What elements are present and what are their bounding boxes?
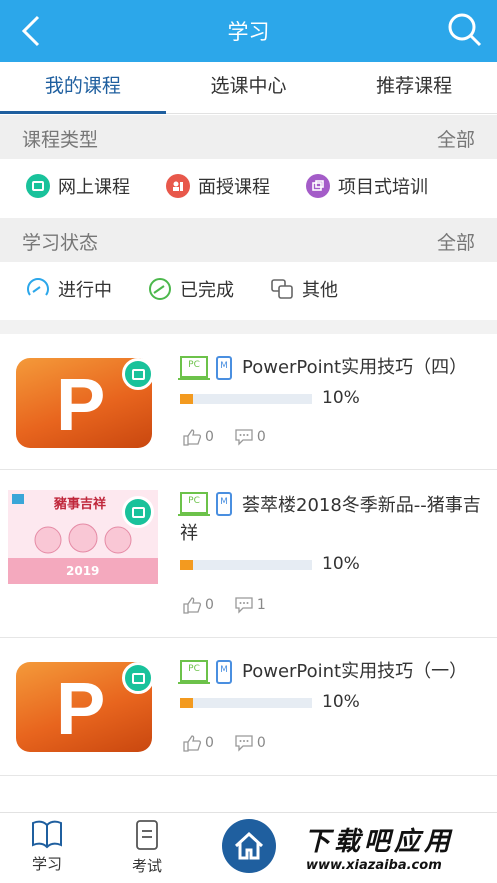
study-status-filters: 进行中 已完成 其他 <box>0 262 497 320</box>
study-status-label: 学习状态 <box>22 232 99 254</box>
like-button[interactable]: 0 <box>182 596 214 614</box>
book-icon <box>32 820 62 849</box>
tab-my-courses[interactable]: 我的课程 <box>0 62 166 114</box>
online-course-icon <box>26 174 50 198</box>
filter-completed[interactable]: 已完成 <box>148 276 234 302</box>
course-title: 荟萃楼2018冬季新品--猪事吉祥 <box>180 495 481 544</box>
divider <box>0 320 497 334</box>
project-training-icon <box>306 174 330 198</box>
home-button[interactable] <box>222 819 276 873</box>
course-stats: 0 1 <box>182 596 266 614</box>
filter-face-to-face[interactable]: 面授课程 <box>166 173 270 199</box>
comment-button[interactable]: 0 <box>234 428 266 446</box>
platform-tags: PC M <box>178 356 232 380</box>
course-title: PowerPoint实用技巧（一） <box>242 661 468 682</box>
watermark-logo: 下载吧应用 www.xiazaiba.com <box>298 821 494 881</box>
other-icon <box>271 279 293 299</box>
like-count: 0 <box>205 429 214 445</box>
page-title: 学习 <box>227 20 270 44</box>
ppt-logo: P <box>56 363 106 446</box>
filter-project-training[interactable]: 项目式培训 <box>306 173 428 199</box>
progress-bar <box>180 560 312 570</box>
thumbs-up-icon <box>183 735 202 752</box>
course-item[interactable]: P PC M PowerPoint实用技巧（一） 10% 0 0 <box>0 638 497 776</box>
nav-study[interactable]: 学习 <box>30 819 64 874</box>
online-course-badge-icon <box>122 662 154 694</box>
platform-tags: PC M <box>178 660 232 684</box>
watermark-url: www.xiazaiba.com <box>306 858 442 873</box>
home-icon <box>234 831 264 860</box>
thumbs-up-icon <box>183 429 202 446</box>
progress-fill <box>180 394 194 404</box>
tab-bar: 我的课程 选课中心 推荐课程 <box>0 62 497 114</box>
course-type-all-link[interactable]: 全部 <box>437 125 475 152</box>
course-stats: 0 0 <box>182 734 266 752</box>
comment-count: 1 <box>256 597 266 613</box>
comment-count: 0 <box>256 429 266 445</box>
tab-recommended[interactable]: 推荐课程 <box>331 62 497 113</box>
mobile-tag-icon: M <box>216 356 232 380</box>
progress-fill <box>180 698 194 708</box>
progress-percent: 10% <box>322 388 360 408</box>
course-stats: 0 0 <box>182 428 266 446</box>
filter-label: 其他 <box>302 280 338 301</box>
filter-in-progress[interactable]: 进行中 <box>26 276 112 302</box>
completed-icon <box>149 278 171 300</box>
course-item[interactable]: 豬事吉祥 2019 PC M 荟萃楼2018冬季新品--猪事吉祥 10% 0 1 <box>0 470 497 638</box>
progress-bar <box>180 698 312 708</box>
in-progress-icon <box>27 278 49 296</box>
progress-percent: 10% <box>322 554 360 574</box>
progress-percent: 10% <box>322 692 360 712</box>
progress-fill <box>180 560 194 570</box>
filter-label: 面授课程 <box>198 177 270 198</box>
like-button[interactable]: 0 <box>182 734 214 752</box>
course-type-label: 课程类型 <box>22 129 99 151</box>
filter-label: 项目式培训 <box>338 177 428 198</box>
nav-exam-label: 考试 <box>131 857 162 875</box>
pc-tag-icon: PC <box>178 356 210 380</box>
tab-course-center[interactable]: 选课中心 <box>166 62 332 113</box>
watermark-title: 下载吧应用 <box>304 827 455 857</box>
face-to-face-icon <box>166 174 190 198</box>
banner-title: 豬事吉祥 <box>54 497 107 512</box>
top-bar: 学习 <box>0 0 497 62</box>
bottom-nav: 学习 考试 下载吧应用 www.xiazaiba.com <box>0 812 497 883</box>
filter-other[interactable]: 其他 <box>270 276 338 302</box>
exam-paper-icon <box>136 820 158 850</box>
comment-button[interactable]: 0 <box>234 734 266 752</box>
banner-year: 2019 <box>66 564 100 578</box>
thumbs-up-icon <box>183 597 202 614</box>
ppt-logo: P <box>56 667 106 750</box>
online-course-badge-icon <box>122 358 154 390</box>
filter-label: 网上课程 <box>58 177 130 198</box>
like-count: 0 <box>205 597 214 613</box>
comment-count: 0 <box>256 735 266 751</box>
nav-study-label: 学习 <box>31 855 62 873</box>
comment-icon <box>235 429 253 446</box>
nav-exam[interactable]: 考试 <box>130 819 164 876</box>
progress-bar <box>180 394 312 404</box>
search-icon[interactable] <box>447 12 483 48</box>
comment-button[interactable]: 1 <box>234 596 266 614</box>
like-count: 0 <box>205 735 214 751</box>
study-status-header: 学习状态 全部 <box>0 218 497 262</box>
like-button[interactable]: 0 <box>182 428 214 446</box>
filter-label: 进行中 <box>58 280 112 301</box>
course-type-filters: 网上课程 面授课程 项目式培训 <box>0 159 497 217</box>
course-type-header: 课程类型 全部 <box>0 115 497 159</box>
comment-icon <box>235 735 253 752</box>
pc-tag-icon: PC <box>178 660 210 684</box>
filter-label: 已完成 <box>180 280 234 301</box>
filter-online-course[interactable]: 网上课程 <box>26 173 130 199</box>
course-title: PowerPoint实用技巧（四） <box>242 357 468 378</box>
comment-icon <box>235 597 253 614</box>
online-course-badge-icon <box>122 496 154 528</box>
study-status-all-link[interactable]: 全部 <box>437 228 475 255</box>
mobile-tag-icon: M <box>216 660 232 684</box>
course-item[interactable]: P PC M PowerPoint实用技巧（四） 10% 0 0 <box>0 334 497 470</box>
